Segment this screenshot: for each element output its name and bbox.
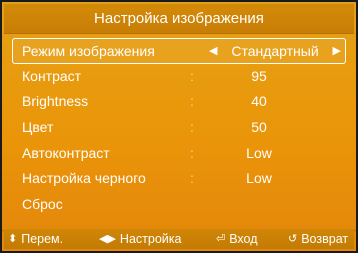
- up-down-arrows-icon: ⬍: [8, 233, 18, 245]
- menu-item-picture-mode[interactable]: Режим изображения ◀ Стандартный ▶: [12, 38, 346, 64]
- menu-item-value: Low: [246, 170, 272, 187]
- menu-item-auto-contrast[interactable]: Автоконтраст : Low: [12, 141, 346, 167]
- enter-icon: ⏎: [216, 233, 226, 245]
- menu-item-label: Цвет: [22, 119, 54, 136]
- hint-return-label: Возврат: [301, 232, 349, 246]
- menu-item-label: Сброс: [22, 196, 63, 213]
- hint-adjust-label: Настройка: [119, 232, 182, 246]
- picture-mode-selector[interactable]: ◀ Стандартный ▶: [209, 39, 341, 65]
- hint-enter-label: Вход: [229, 232, 258, 246]
- menu-list: Режим изображения ◀ Стандартный ▶ Контра…: [12, 38, 346, 218]
- right-triangle-icon[interactable]: ▶: [333, 39, 341, 65]
- navigation-hints: ⬍ Перем. ◀▶ Настройка ⏎ Вход ↺ Возврат: [4, 229, 354, 249]
- picture-mode-value: Стандартный: [231, 43, 319, 59]
- menu-item-contrast[interactable]: Контраст : 95: [12, 64, 346, 90]
- separator-colon: :: [190, 93, 194, 110]
- menu-item-label: Автоконтраст: [22, 144, 110, 161]
- hint-move-label: Перем.: [21, 232, 64, 246]
- menu-item-value: Low: [246, 144, 272, 161]
- menu-item-brightness[interactable]: Brightness : 40: [12, 89, 346, 115]
- menu-title: Настройка изображения: [4, 4, 354, 34]
- separator-colon: :: [190, 67, 194, 84]
- hint-return: ↺ Возврат: [288, 229, 348, 249]
- menu-item-color[interactable]: Цвет : 50: [12, 115, 346, 141]
- menu-item-black-adjust[interactable]: Настройка черного : Low: [12, 166, 346, 192]
- menu-item-label: Контраст: [22, 67, 82, 84]
- menu-item-label: Режим изображения: [22, 43, 155, 59]
- menu-item-value: 40: [251, 93, 267, 110]
- hint-move: ⬍ Перем.: [8, 229, 63, 249]
- left-triangle-icon[interactable]: ◀: [209, 39, 217, 65]
- menu-item-value: 95: [251, 67, 267, 84]
- hint-enter: ⏎ Вход: [216, 229, 258, 249]
- return-icon: ↺: [288, 233, 298, 245]
- menu-item-value: 50: [251, 119, 267, 136]
- left-right-arrows-icon: ◀▶: [99, 233, 116, 245]
- menu-item-label: Brightness: [22, 93, 89, 110]
- hint-adjust: ◀▶ Настройка: [99, 229, 181, 249]
- separator-colon: :: [190, 144, 194, 161]
- separator-colon: :: [190, 170, 194, 187]
- menu-item-label: Настройка черного: [22, 170, 146, 187]
- picture-settings-osd: Настройка изображения Режим изображения …: [0, 0, 358, 253]
- separator-colon: :: [190, 119, 194, 136]
- menu-item-reset[interactable]: Сброс: [12, 192, 346, 218]
